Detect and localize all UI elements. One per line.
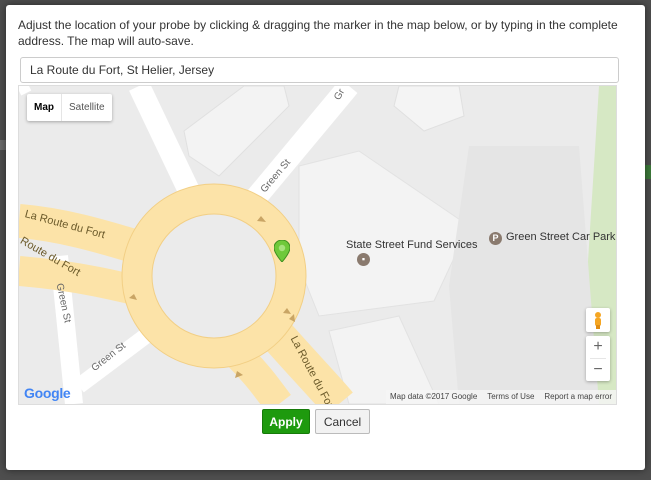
report-error-link[interactable]: Report a map error [544, 390, 612, 404]
dialog-instructions: Adjust the location of your probe by cli… [18, 18, 618, 48]
map-type-control: Map Satellite [27, 94, 112, 121]
zoom-in-button[interactable]: + [586, 336, 610, 358]
place-label: Green Street Car Park [506, 231, 616, 243]
tab-satellite[interactable]: Satellite [62, 94, 112, 121]
backdrop-fragment [645, 165, 651, 179]
probe-marker-icon[interactable] [274, 240, 290, 262]
poi-icon: ▪ [357, 253, 370, 266]
map-view[interactable]: Map Satellite La Route du Fort Route du … [18, 85, 617, 405]
terms-link[interactable]: Terms of Use [487, 390, 534, 404]
zoom-out-button[interactable]: − [586, 359, 610, 381]
map-footer: Map data ©2017 Google Terms of Use Repor… [385, 390, 616, 404]
tab-map[interactable]: Map [27, 94, 62, 121]
street-view-pegman[interactable] [586, 308, 610, 332]
address-input[interactable] [20, 57, 619, 83]
google-logo: Google [24, 385, 71, 401]
apply-button[interactable]: Apply [262, 409, 310, 434]
dialog-actions: Apply Cancel [262, 409, 370, 434]
cancel-button[interactable]: Cancel [315, 409, 370, 434]
google-logo-text: Google [24, 385, 71, 401]
zoom-control: + − [586, 336, 610, 381]
location-dialog: Adjust the location of your probe by cli… [6, 5, 645, 470]
place-label: State Street Fund Services [346, 239, 478, 251]
pegman-icon [595, 312, 601, 329]
parking-icon: P [489, 232, 502, 245]
map-data-attribution: Map data ©2017 Google [389, 392, 478, 401]
